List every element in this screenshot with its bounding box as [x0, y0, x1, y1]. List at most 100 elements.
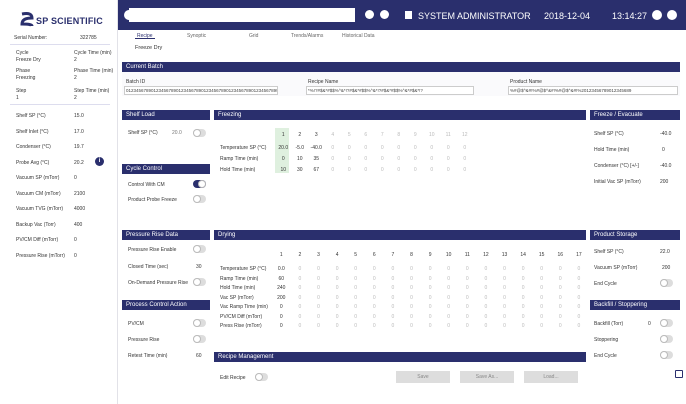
- step-value-cell[interactable]: 0: [551, 304, 570, 310]
- step-value-cell[interactable]: 0: [346, 314, 365, 320]
- tab-synoptic[interactable]: Synoptic: [187, 33, 206, 39]
- step-value-cell[interactable]: 0: [391, 145, 408, 151]
- step-value-cell[interactable]: 0: [291, 295, 310, 301]
- step-value-cell[interactable]: 0: [365, 304, 384, 310]
- step-value-cell[interactable]: 0: [346, 276, 365, 282]
- step-value-cell[interactable]: 60: [272, 276, 291, 282]
- step-value-cell[interactable]: 0: [495, 323, 514, 329]
- step-value-cell[interactable]: 0: [570, 295, 589, 301]
- step-value-cell[interactable]: 0: [457, 145, 474, 151]
- step-value-cell[interactable]: 0: [458, 295, 477, 301]
- step-value-cell[interactable]: 0: [495, 276, 514, 282]
- bf-end-cycle-toggle[interactable]: [660, 351, 673, 359]
- step-value-cell[interactable]: 0: [421, 285, 440, 291]
- step-value-cell[interactable]: 0: [346, 304, 365, 310]
- step-value-cell[interactable]: 0: [275, 156, 292, 162]
- step-value-cell[interactable]: 200: [272, 295, 291, 301]
- lock-icon[interactable]: [405, 11, 412, 19]
- step-value-cell[interactable]: 0: [309, 314, 328, 320]
- step-value-cell[interactable]: 0: [458, 285, 477, 291]
- step-value-cell[interactable]: 0: [291, 323, 310, 329]
- step-value-cell[interactable]: 0: [570, 323, 589, 329]
- step-value-cell[interactable]: 0: [532, 266, 551, 272]
- step-value-cell[interactable]: 0: [328, 304, 347, 310]
- step-value-cell[interactable]: 0: [384, 314, 403, 320]
- product-name-input[interactable]: %#@$^&#!%#@$^&#!%#@$^&#!%201234567890123…: [508, 86, 678, 95]
- step-value-cell[interactable]: 0: [402, 323, 421, 329]
- closed-time-value[interactable]: 30: [196, 264, 202, 270]
- step-value-cell[interactable]: 0: [514, 266, 533, 272]
- step-value-cell[interactable]: 0: [309, 304, 328, 310]
- help-icon[interactable]: [667, 10, 677, 20]
- step-value-cell[interactable]: 0: [551, 295, 570, 301]
- step-value-cell[interactable]: 0: [402, 276, 421, 282]
- step-value-cell[interactable]: 0.0: [272, 266, 291, 272]
- step-value-cell[interactable]: 0: [341, 145, 358, 151]
- step-value-cell[interactable]: 0: [365, 323, 384, 329]
- step-value-cell[interactable]: 0: [407, 167, 424, 173]
- step-value-cell[interactable]: 0: [458, 266, 477, 272]
- fe-shelf-sp-value[interactable]: -40.0: [660, 131, 671, 137]
- step-value-cell[interactable]: 0: [570, 304, 589, 310]
- step-value-cell[interactable]: 0: [477, 323, 496, 329]
- recipe-name-input[interactable]: *%!?#$&*#$$%^&*!?#$&*#$$%^&*!?#$&*#$$%^&…: [306, 86, 474, 95]
- pressure-rise-enable-toggle[interactable]: [193, 245, 206, 253]
- batch-id-input[interactable]: 0123456789012345678901234567890123456789…: [124, 86, 278, 95]
- step-value-cell[interactable]: -5.0: [292, 145, 309, 151]
- step-value-cell[interactable]: 10: [275, 167, 292, 173]
- step-value-cell[interactable]: 0: [532, 295, 551, 301]
- step-value-cell[interactable]: 67: [308, 167, 325, 173]
- step-value-cell[interactable]: 0: [358, 156, 375, 162]
- step-value-cell[interactable]: 0: [325, 145, 342, 151]
- step-value-cell[interactable]: 0: [341, 167, 358, 173]
- step-value-cell[interactable]: 0: [374, 156, 391, 162]
- step-value-cell[interactable]: 0: [532, 285, 551, 291]
- step-value-cell[interactable]: 0: [532, 304, 551, 310]
- load-button[interactable]: Load...: [524, 371, 578, 383]
- stop-icon[interactable]: [380, 10, 389, 19]
- step-value-cell[interactable]: 0: [439, 304, 458, 310]
- step-value-cell[interactable]: 0: [358, 167, 375, 173]
- step-value-cell[interactable]: 0: [328, 323, 347, 329]
- save-button[interactable]: Save: [396, 371, 450, 383]
- step-value-cell[interactable]: 0: [325, 156, 342, 162]
- step-value-cell[interactable]: 0: [570, 285, 589, 291]
- step-value-cell[interactable]: 0: [272, 323, 291, 329]
- step-value-cell[interactable]: 0: [495, 285, 514, 291]
- step-value-cell[interactable]: 0: [384, 323, 403, 329]
- step-value-cell[interactable]: 0: [365, 295, 384, 301]
- step-value-cell[interactable]: 0: [346, 323, 365, 329]
- step-value-cell[interactable]: 0: [421, 276, 440, 282]
- step-value-cell[interactable]: 0: [291, 304, 310, 310]
- pvcm-toggle[interactable]: [193, 319, 206, 327]
- step-value-cell[interactable]: 0: [551, 285, 570, 291]
- step-value-cell[interactable]: 0: [551, 314, 570, 320]
- step-value-cell[interactable]: 0: [407, 145, 424, 151]
- ps-end-cycle-toggle[interactable]: [660, 279, 673, 287]
- step-value-cell[interactable]: 20.0: [275, 145, 292, 151]
- step-value-cell[interactable]: 0: [477, 304, 496, 310]
- step-value-cell[interactable]: 0: [365, 314, 384, 320]
- on-demand-pressure-rise-toggle[interactable]: [193, 278, 206, 286]
- backfill-toggle[interactable]: [660, 319, 673, 327]
- step-value-cell[interactable]: 0: [421, 304, 440, 310]
- step-value-cell[interactable]: 0: [458, 276, 477, 282]
- step-value-cell[interactable]: 0: [532, 323, 551, 329]
- step-value-cell[interactable]: 0: [458, 323, 477, 329]
- step-value-cell[interactable]: 0: [328, 285, 347, 291]
- step-value-cell[interactable]: 0: [421, 295, 440, 301]
- play-icon[interactable]: [365, 10, 374, 19]
- step-value-cell[interactable]: 0: [365, 266, 384, 272]
- shelf-load-toggle[interactable]: [193, 129, 206, 137]
- stoppering-toggle[interactable]: [660, 335, 673, 343]
- step-value-cell[interactable]: -40.0: [308, 145, 325, 151]
- step-value-cell[interactable]: 0: [495, 304, 514, 310]
- step-value-cell[interactable]: 0: [551, 266, 570, 272]
- step-value-cell[interactable]: 0: [421, 266, 440, 272]
- step-value-cell[interactable]: 0: [439, 295, 458, 301]
- search-input[interactable]: [129, 8, 355, 22]
- step-value-cell[interactable]: 0: [570, 314, 589, 320]
- step-value-cell[interactable]: 0: [439, 314, 458, 320]
- step-value-cell[interactable]: 0: [570, 266, 589, 272]
- step-value-cell[interactable]: 0: [424, 156, 441, 162]
